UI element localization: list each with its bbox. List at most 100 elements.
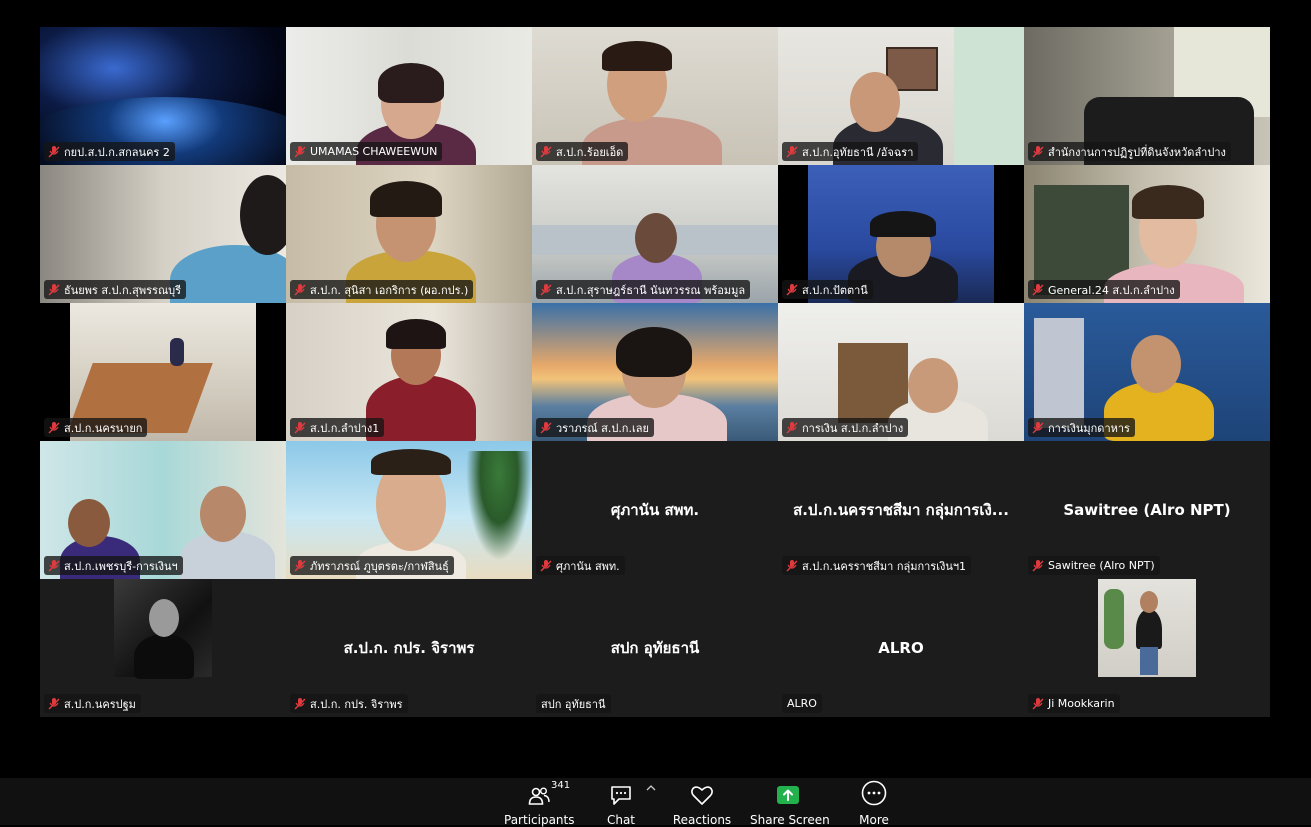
participant-name: ส.ป.ก.สุราษฎร์ธานี นันทวรรณ พร้อมมูล: [556, 283, 746, 297]
participant-name: กยป.ส.ป.ก.สกลนคร 2: [64, 145, 170, 159]
participant-name: การเงิน ส.ป.ก.ลำปาง: [802, 421, 904, 435]
participant-tile[interactable]: ส.ป.ก.ร้อยเอ็ด: [532, 27, 778, 165]
name-tag: สำนักงานการปฏิรูปที่ดินจังหวัดลำปาง: [1028, 142, 1231, 161]
participant-display-name: ศุภานัน สพท.: [610, 501, 700, 519]
participant-display-name: ALRO: [878, 639, 924, 657]
video-feed: [1098, 579, 1196, 677]
participant-name: Sawitree (Alro NPT): [1048, 559, 1155, 572]
participant-name: การเงินมุกดาหาร: [1048, 421, 1130, 435]
mic-muted-icon: [1032, 421, 1044, 434]
participant-tile[interactable]: วราภรณ์ ส.ป.ก.เลย: [532, 303, 778, 441]
name-tag: ส.ป.ก.อุทัยธานี /อัจฉรา: [782, 142, 919, 161]
mic-muted-icon: [48, 697, 60, 710]
name-tag: สปก อุทัยธานี: [536, 694, 611, 713]
chevron-up-icon[interactable]: [646, 784, 656, 792]
participant-name: ส.ป.ก.ร้อยเอ็ด: [556, 145, 624, 159]
participant-name: ส.ป.ก.นครนายก: [64, 421, 143, 435]
mic-muted-icon: [294, 697, 306, 710]
participant-tile[interactable]: ส.ป.ก.ปัตตานี: [778, 165, 1024, 303]
name-tag: ALRO: [782, 694, 822, 713]
participant-tile[interactable]: ALRO ALRO: [778, 579, 1024, 717]
name-tag: ส.ป.ก.ปัตตานี: [782, 280, 873, 299]
participant-tile[interactable]: ส.ป.ก. สุนิสา เอกริการ (ผอ.กปร.): [286, 165, 532, 303]
mic-muted-icon: [786, 283, 798, 296]
participant-name: ธันยพร ส.ป.ก.สุพรรณบุรี: [64, 283, 182, 297]
mic-muted-icon: [294, 559, 306, 572]
participant-display-name: ส.ป.ก. กปร. จิราพร: [343, 639, 475, 657]
participant-tile[interactable]: Ji Mookkarin: [1024, 579, 1270, 717]
chat-icon: [611, 786, 631, 805]
participant-tile[interactable]: ศุภานัน สพท. ศุภานัน สพท.: [532, 441, 778, 579]
name-tag: UMAMAS CHAWEEWUN: [290, 142, 443, 161]
participant-tile[interactable]: ธันยพร ส.ป.ก.สุพรรณบุรี: [40, 165, 286, 303]
name-tag: ส.ป.ก.นครราชสีมา กลุ่มการเงินฯ1: [782, 556, 972, 575]
mic-muted-icon: [48, 283, 60, 296]
participant-tile[interactable]: ภัทราภรณ์ ภูบุตรตะ/กาฬสินธุ์: [286, 441, 532, 579]
mic-muted-icon: [786, 145, 798, 158]
more-icon: [861, 780, 887, 806]
participant-tile[interactable]: General.24 ส.ป.ก.ลำปาง: [1024, 165, 1270, 303]
participant-tile[interactable]: ส.ป.ก.นครราชสีมา กลุ่มการเงิ... ส.ป.ก.นค…: [778, 441, 1024, 579]
participant-name: สำนักงานการปฏิรูปที่ดินจังหวัดลำปาง: [1048, 145, 1226, 159]
participant-tile[interactable]: สปก อุทัยธานี สปก อุทัยธานี: [532, 579, 778, 717]
name-tag: ส.ป.ก. สุนิสา เอกริการ (ผอ.กปร.): [290, 280, 474, 299]
participant-name: ส.ป.ก. สุนิสา เอกริการ (ผอ.กปร.): [310, 283, 469, 297]
name-tag: ศุภานัน สพท.: [536, 556, 625, 575]
mic-muted-icon: [48, 421, 60, 434]
participant-tile[interactable]: ส.ป.ก.นครนายก: [40, 303, 286, 441]
heart-icon: [691, 786, 713, 805]
participant-display-name: สปก อุทัยธานี: [610, 639, 700, 657]
participant-tile[interactable]: ส.ป.ก.อุทัยธานี /อัจฉรา: [778, 27, 1024, 165]
participant-tile[interactable]: ส.ป.ก.นครปฐม: [40, 579, 286, 717]
name-tag: การเงินมุกดาหาร: [1028, 418, 1135, 437]
participant-tile[interactable]: ส.ป.ก.สุราษฎร์ธานี นันทวรรณ พร้อมมูล: [532, 165, 778, 303]
mic-muted-icon: [294, 145, 306, 158]
participant-tile[interactable]: UMAMAS CHAWEEWUN: [286, 27, 532, 165]
meeting-toolbar: Participants 341 Chat Reactions Share Sc…: [0, 778, 1311, 827]
name-tag: ส.ป.ก.นครนายก: [44, 418, 148, 437]
participant-tile[interactable]: กยป.ส.ป.ก.สกลนคร 2: [40, 27, 286, 165]
mic-muted-icon: [1032, 697, 1044, 710]
name-tag: ส.ป.ก.สุราษฎร์ธานี นันทวรรณ พร้อมมูล: [536, 280, 751, 299]
name-tag: การเงิน ส.ป.ก.ลำปาง: [782, 418, 909, 437]
participant-tile[interactable]: Sawitree (Alro NPT) Sawitree (Alro NPT): [1024, 441, 1270, 579]
participant-tile[interactable]: ส.ป.ก. กปร. จิราพร ส.ป.ก. กปร. จิราพร: [286, 579, 532, 717]
participant-name: UMAMAS CHAWEEWUN: [310, 145, 438, 158]
participant-name: ภัทราภรณ์ ภูบุตรตะ/กาฬสินธุ์: [310, 559, 449, 573]
participant-tile[interactable]: ส.ป.ก.ลำปาง1: [286, 303, 532, 441]
name-tag: ส.ป.ก.ลำปาง1: [290, 418, 385, 437]
chat-button[interactable]: Chat: [598, 780, 644, 827]
share-screen-button[interactable]: Share Screen: [750, 780, 830, 827]
participant-tile[interactable]: สำนักงานการปฏิรูปที่ดินจังหวัดลำปาง: [1024, 27, 1270, 165]
name-tag: กยป.ส.ป.ก.สกลนคร 2: [44, 142, 175, 161]
mic-muted-icon: [786, 421, 798, 434]
participant-name: ส.ป.ก.อุทัยธานี /อัจฉรา: [802, 145, 914, 159]
participant-name: ALRO: [787, 697, 817, 710]
participant-name: ส.ป.ก.นครราชสีมา กลุ่มการเงินฯ1: [802, 559, 967, 573]
mic-muted-icon: [540, 145, 552, 158]
participant-name: ส.ป.ก.ลำปาง1: [310, 421, 380, 435]
participant-display-name: ส.ป.ก.นครราชสีมา กลุ่มการเงิ...: [793, 501, 1009, 519]
mic-muted-icon: [294, 283, 306, 296]
participant-count: 341: [551, 780, 571, 791]
video-grid: กยป.ส.ป.ก.สกลนคร 2 UMAMAS CHAWEEWUN ส.ป.…: [40, 27, 1270, 717]
more-button[interactable]: More: [852, 780, 896, 827]
reactions-button[interactable]: Reactions: [672, 780, 732, 827]
name-tag: วราภรณ์ ส.ป.ก.เลย: [536, 418, 654, 437]
participant-tile[interactable]: ส.ป.ก.เพชรบุรี-การเงินฯ: [40, 441, 286, 579]
name-tag: ส.ป.ก. กปร. จิราพร: [290, 694, 408, 713]
mic-muted-icon: [786, 559, 798, 572]
mic-muted-icon: [48, 145, 60, 158]
share-screen-icon: [777, 786, 799, 804]
mic-muted-icon: [48, 559, 60, 572]
participant-tile[interactable]: การเงิน ส.ป.ก.ลำปาง: [778, 303, 1024, 441]
participant-name: วราภรณ์ ส.ป.ก.เลย: [556, 421, 649, 435]
participant-display-name: Sawitree (Alro NPT): [1063, 501, 1231, 519]
participant-tile[interactable]: การเงินมุกดาหาร: [1024, 303, 1270, 441]
participant-name: สปก อุทัยธานี: [541, 697, 606, 711]
name-tag: ส.ป.ก.ร้อยเอ็ด: [536, 142, 629, 161]
participant-name: General.24 ส.ป.ก.ลำปาง: [1048, 283, 1175, 297]
mic-muted-icon: [540, 421, 552, 434]
mic-muted-icon: [540, 559, 552, 572]
participant-name: ส.ป.ก. กปร. จิราพร: [310, 697, 403, 711]
